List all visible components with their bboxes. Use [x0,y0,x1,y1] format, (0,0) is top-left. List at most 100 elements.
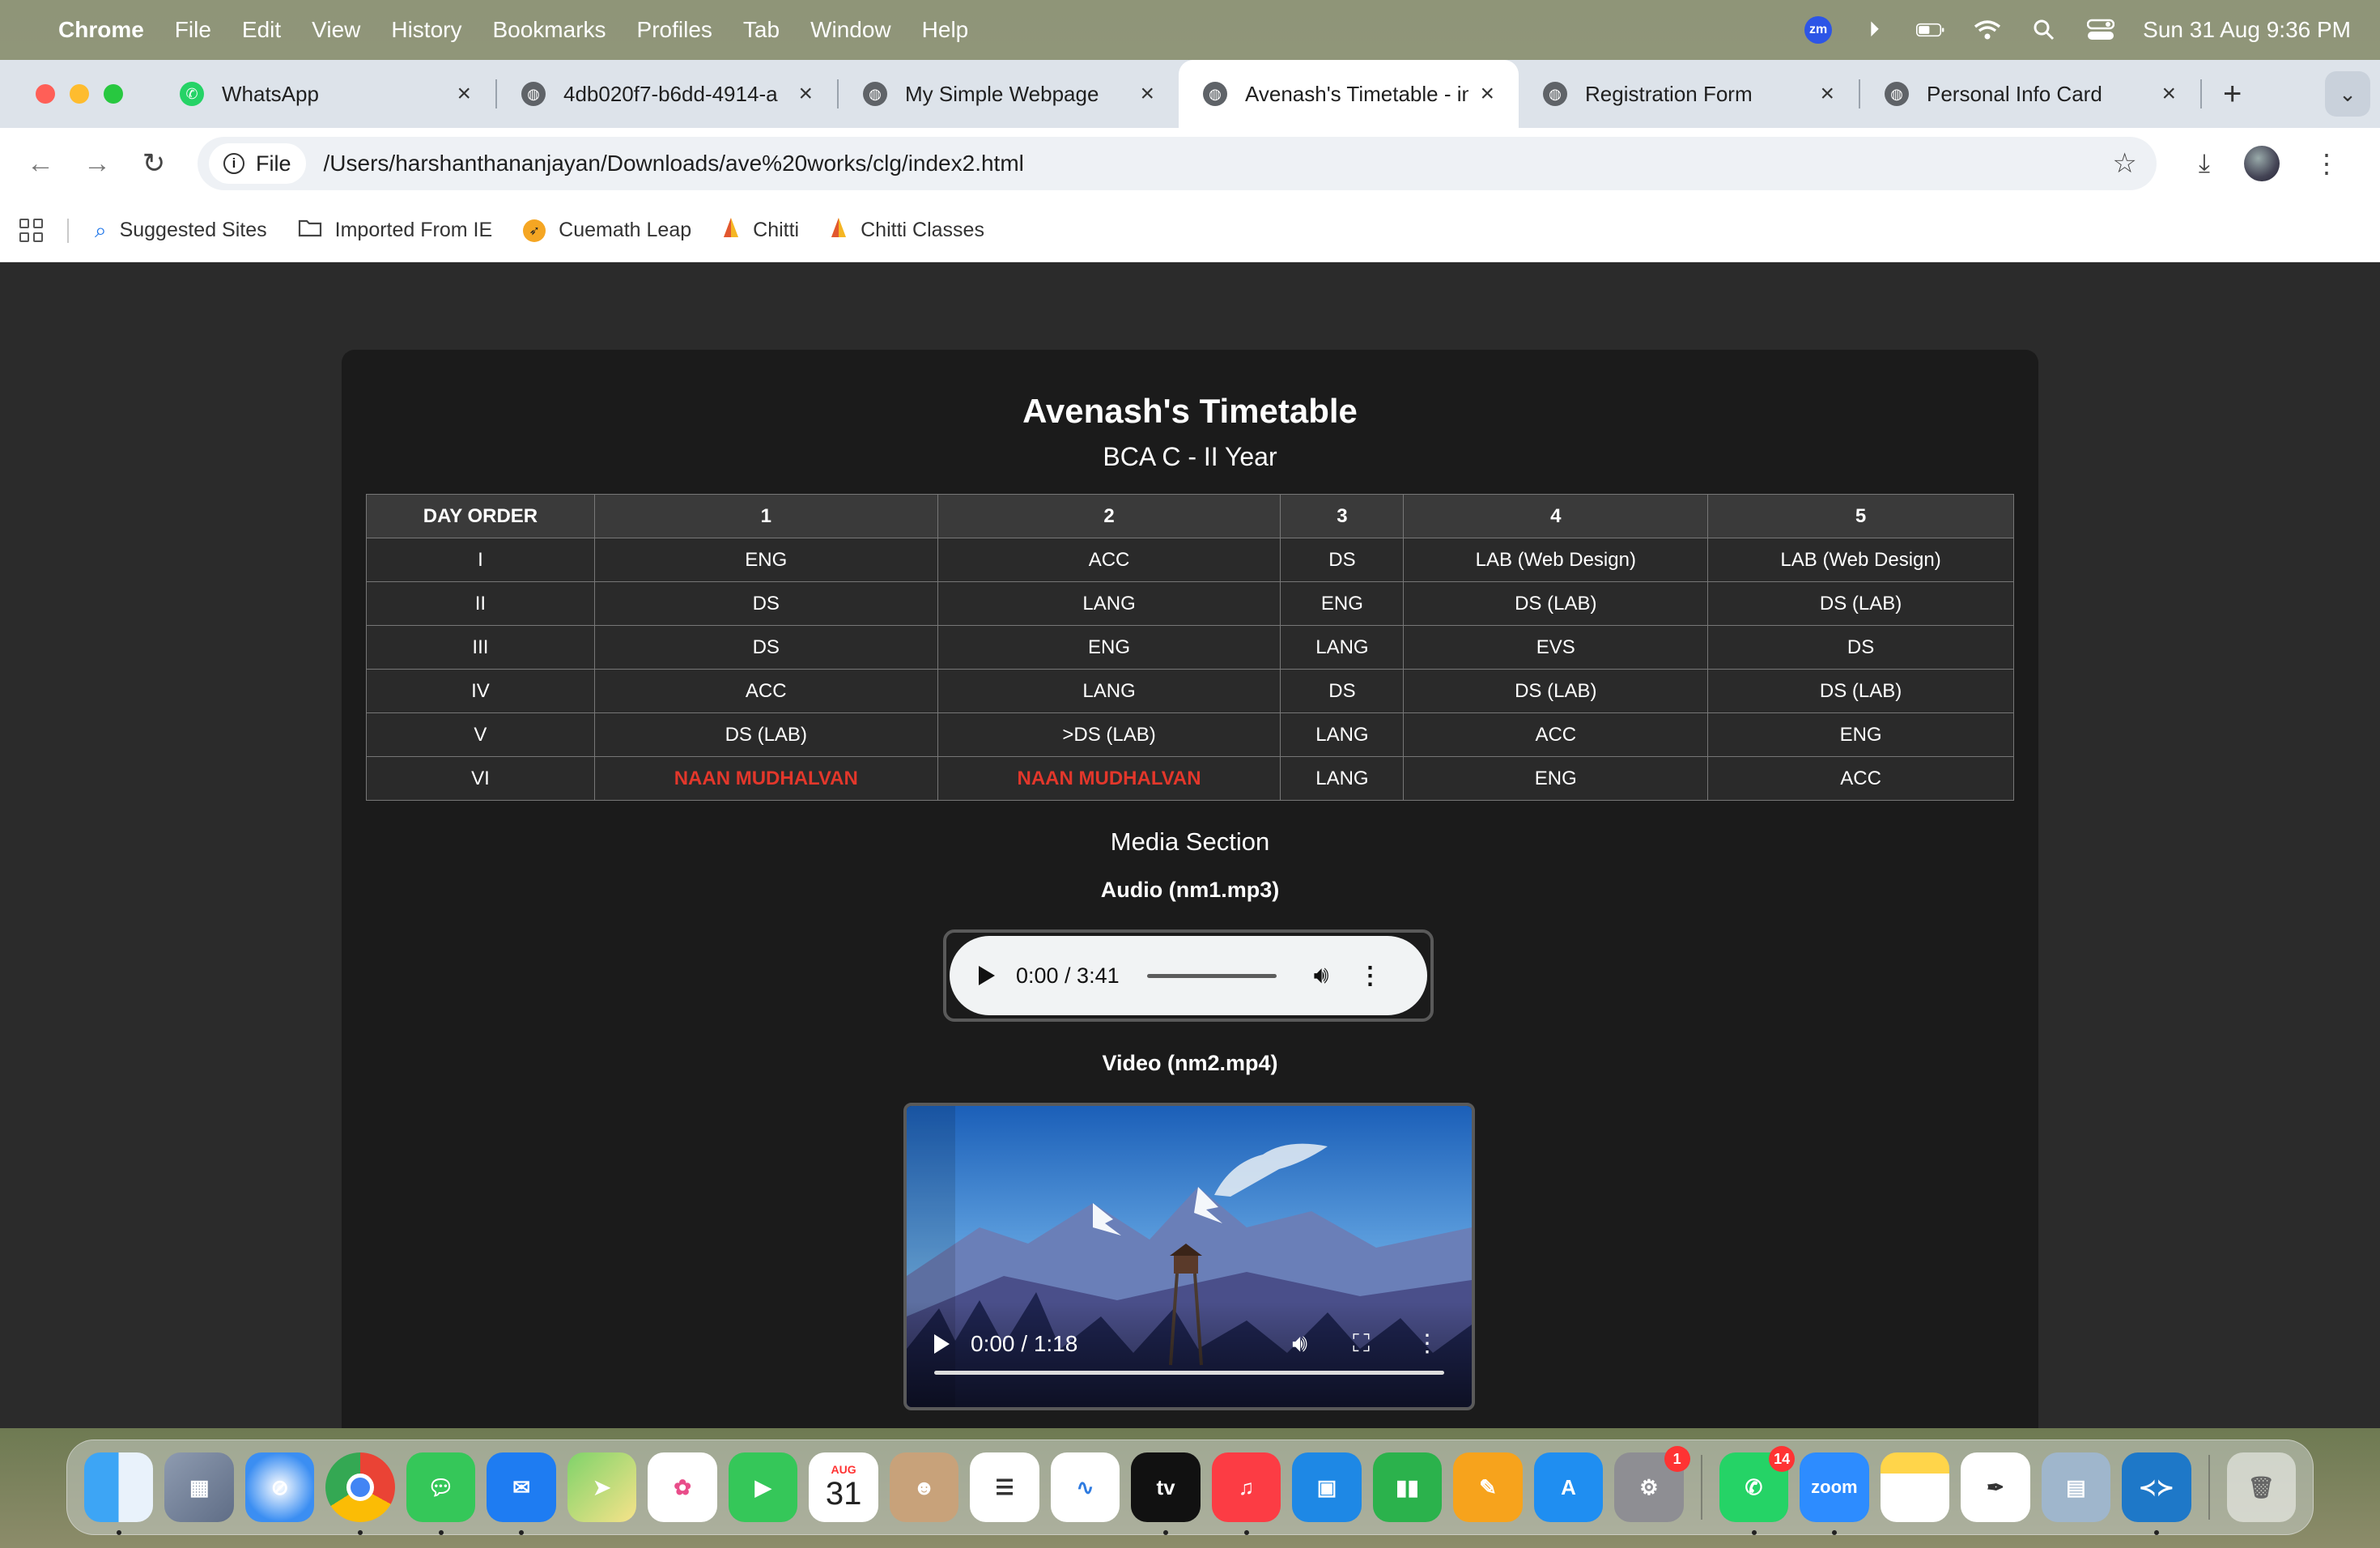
mail-icon[interactable]: ✉︎ [487,1452,556,1535]
control-center-icon[interactable] [2086,15,2115,45]
volume-icon[interactable]: 🔊︎ [1314,962,1329,989]
macos-menubar: Chrome File Edit View History Bookmarks … [0,0,2380,60]
bookmark-chitti[interactable]: Chitti [722,216,799,245]
tab-close-icon[interactable]: × [2161,80,2176,108]
minimize-window-button[interactable] [70,84,89,104]
menu-tab[interactable]: Tab [743,17,780,43]
calendar-icon[interactable]: AUG 31 [809,1452,878,1522]
table-cell: ACC [937,538,1281,582]
menubar-datetime[interactable]: Sun 31 Aug 9:36 PM [2143,17,2351,43]
tab-my-simple-webpage[interactable]: ◍ My Simple Webpage × [839,60,1179,128]
photos-icon[interactable]: ✿ [648,1452,717,1522]
tab-close-icon[interactable]: × [457,80,471,108]
whatsapp-dock-icon[interactable]: ✆ 14 [1719,1446,1796,1535]
video-player[interactable]: 0:00 / 1:18 🔊︎ ⛶ ⋮ [903,1103,1475,1410]
vscode-icon[interactable]: ≺≻ [2122,1452,2191,1535]
folder-icon [298,218,322,243]
tab-whatsapp[interactable]: ✆ WhatsApp × [155,60,495,128]
menu-edit[interactable]: Edit [242,17,281,43]
menu-window[interactable]: Window [810,17,891,43]
reminders-icon[interactable]: ☰ [970,1452,1039,1522]
bookmark-cuemath-leap[interactable]: ➶ Cuemath Leap [523,219,691,242]
globe-icon: ◍ [863,82,887,106]
menu-app-name[interactable]: Chrome [58,17,144,43]
video-progress-slider[interactable] [934,1371,1444,1375]
notes-icon[interactable] [1880,1452,1950,1522]
play-icon[interactable] [979,966,995,985]
menu-view[interactable]: View [312,17,360,43]
forward-button[interactable]: → [79,148,115,180]
bookmark-star-icon[interactable]: ☆ [2112,147,2136,180]
tab-uuid-page[interactable]: ◍ 4db020f7-b6dd-4914-a × [497,60,837,128]
preview-icon[interactable]: ▤ [2041,1452,2111,1522]
profile-avatar[interactable] [2244,146,2280,181]
bookmark-chitti-classes[interactable]: Chitti Classes [830,216,984,245]
fullscreen-icon[interactable]: ⛶ [1353,1330,1370,1358]
video-options-icon[interactable]: ⋮ [1415,1329,1439,1358]
globe-icon: ◍ [1885,82,1909,106]
music-icon[interactable]: ♫ [1211,1452,1281,1535]
messages-icon[interactable]: 💬︎ [406,1452,476,1535]
tab-registration-form[interactable]: ◍ Registration Form × [1519,60,1859,128]
table-cell: DS [593,581,938,626]
app-store-icon[interactable]: A [1533,1452,1604,1522]
video-volume-icon[interactable]: 🔊︎ [1292,1330,1307,1358]
column-header: 5 [1707,494,2014,538]
new-tab-button[interactable]: + [2223,76,2242,113]
finder-icon[interactable] [84,1452,154,1535]
keynote-icon[interactable]: ▣ [1292,1452,1362,1522]
facetime-icon[interactable]: ▶︎ [728,1452,798,1522]
numbers-icon[interactable]: ▮▮ [1372,1452,1443,1522]
close-window-button[interactable] [36,84,55,104]
tab-close-icon[interactable]: × [798,80,813,108]
menu-file[interactable]: File [175,17,211,43]
pages-icon[interactable]: ✎ [1453,1452,1523,1522]
apple-tv-icon[interactable]: tv [1131,1452,1201,1535]
menu-help[interactable]: Help [922,17,969,43]
site-info-label: File [256,151,291,176]
play-status-icon[interactable]: ⏵ [1859,15,1889,45]
audio-options-icon[interactable]: ⋮ [1358,962,1383,990]
table-cell: DS [1280,538,1405,582]
zoom-status-icon[interactable]: zm [1804,16,1833,44]
menu-profiles[interactable]: Profiles [637,17,712,43]
launchpad-icon[interactable]: ▦ [164,1452,234,1522]
zoom-icon[interactable]: zoom [1800,1452,1869,1535]
safari-icon[interactable]: ⊘ [244,1452,315,1522]
table-cell: DS [1280,669,1405,713]
download-icon[interactable]: ⤓ [2199,148,2210,179]
video-play-icon[interactable] [934,1333,950,1354]
tab-avenash-timetable[interactable]: ◍ Avenash's Timetable - in × [1179,60,1519,128]
tab-search-chevron-icon[interactable]: ⌄ [2325,71,2370,117]
wifi-icon[interactable] [1973,15,2002,45]
apps-grid-icon[interactable] [19,219,43,242]
contacts-icon[interactable]: ☻ [889,1452,959,1522]
menu-history[interactable]: History [391,17,461,43]
tab-close-icon[interactable]: × [1480,80,1494,108]
tab-close-icon[interactable]: × [1140,80,1154,108]
maps-icon[interactable]: ➤ [567,1452,637,1522]
more-menu-icon[interactable]: ⋮ [2314,148,2340,179]
reload-button[interactable]: ↻ [136,147,172,180]
back-button[interactable]: ← [23,148,58,180]
address-bar[interactable]: i File /Users/harshanthananjayan/Downloa… [198,137,2157,190]
freeform-icon[interactable]: ∿ [1050,1452,1120,1522]
audio-progress-slider[interactable] [1146,973,1277,978]
system-settings-icon[interactable]: ⚙︎ 1 [1614,1446,1690,1522]
trash-icon[interactable]: 🗑︎ [2226,1452,2297,1522]
site-info-chip[interactable]: i File [209,143,306,184]
browser-toolbar: ← → ↻ i File /Users/harshanthananjayan/D… [0,128,2380,199]
menu-bookmarks[interactable]: Bookmarks [492,17,606,43]
spotlight-search-icon[interactable] [2029,15,2059,45]
table-cell: II [366,581,595,626]
url-text[interactable]: /Users/harshanthananjayan/Downloads/ave%… [324,151,2113,176]
bookmark-suggested-sites[interactable]: ⌕ Suggested Sites [95,218,267,244]
audio-player[interactable]: 0:00 / 3:41 🔊︎ ⋮ [950,936,1427,1015]
textedit-icon[interactable]: ✒︎ [1961,1452,2030,1522]
tab-personal-info-card[interactable]: ◍ Personal Info Card × [1860,60,2200,128]
tab-close-icon[interactable]: × [1820,80,1834,108]
bookmark-imported-from-ie[interactable]: Imported From IE [298,218,492,243]
battery-icon[interactable] [1916,15,1945,45]
chrome-icon[interactable] [325,1452,395,1535]
maximize-window-button[interactable] [104,84,123,104]
